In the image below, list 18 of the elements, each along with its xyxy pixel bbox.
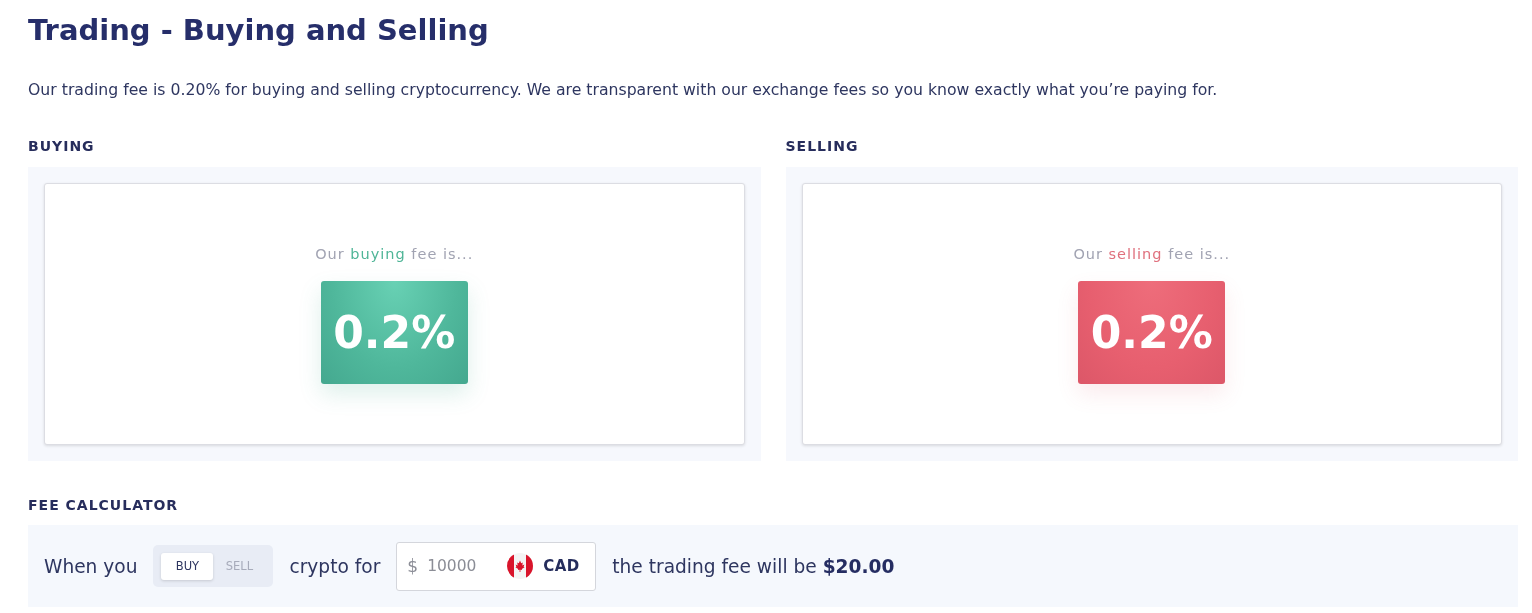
currency-symbol: $	[407, 556, 419, 576]
page-title: Trading - Buying and Selling	[28, 12, 490, 49]
fee-rate-badge: 0.2%	[1078, 281, 1226, 384]
section-heading: FEE CALCULATOR	[28, 496, 180, 515]
toggle-option[interactable]: BUY	[161, 552, 214, 580]
fee-rate-badge: 0.2%	[320, 281, 468, 384]
calculator-text: When you	[44, 555, 138, 577]
calculator-text: crypto for	[289, 555, 381, 577]
fee-caption: Our selling fee is...	[1073, 245, 1231, 264]
section-heading: SELLING	[785, 137, 860, 156]
fee-caption: Our buying fee is...	[315, 245, 474, 264]
intro-text: Our trading fee is 0.20% for buying and selling cryptocurrency. We are transparent with our exchange fees so you know exactly what you’re paying for.	[28, 79, 1219, 101]
fee-result-text: the trading fee will be $20.00	[612, 555, 895, 577]
toggle-option[interactable]: SELL	[213, 552, 266, 580]
section-heading: BUYING	[28, 137, 96, 156]
currency-code: CAD	[543, 557, 580, 575]
amount-input[interactable]: 10000	[427, 557, 504, 575]
flag-icon	[507, 553, 534, 579]
